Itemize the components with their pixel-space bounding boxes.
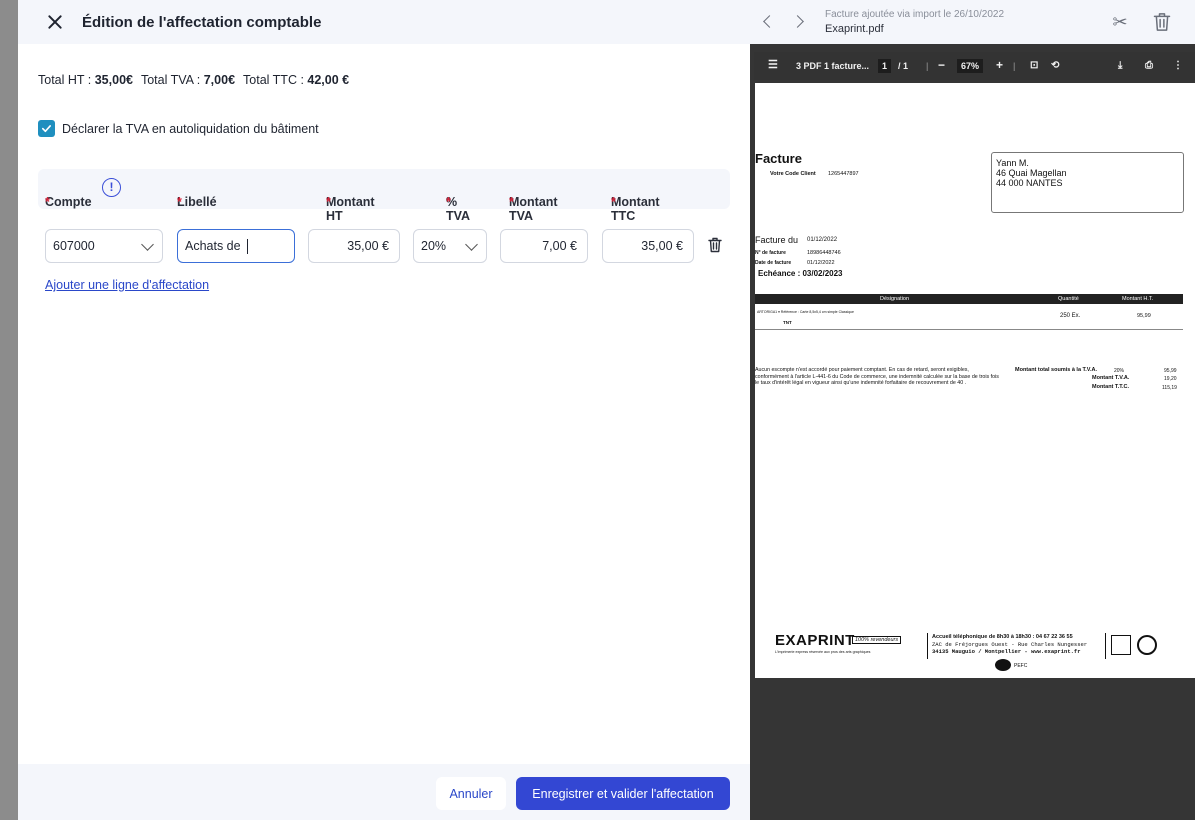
- montant-ht-input[interactable]: 35,00 €: [308, 229, 400, 263]
- date-facture-label: Date de facture: [755, 260, 792, 266]
- brand-badge: 100% revendeurs: [852, 636, 902, 644]
- montant-ttc-input[interactable]: 35,00 €: [602, 229, 694, 263]
- total-subject-label: Montant total soumis à la T.V.A.: [1015, 367, 1098, 373]
- invoice-date-label: Facture du: [755, 235, 799, 245]
- tva-value: 19,20: [1164, 376, 1177, 382]
- footer-divider: [1105, 633, 1106, 659]
- libelle-input[interactable]: Achats de: [177, 229, 295, 263]
- line-amount: 95,99: [1137, 313, 1151, 319]
- download-icon[interactable]: ⤓: [1118, 60, 1122, 71]
- total-ht: 95,99: [1164, 368, 1177, 374]
- page-title: Édition de l'affectation comptable: [82, 13, 322, 31]
- brand-tagline: L'imprimerie express réservée aux pros d…: [775, 650, 871, 654]
- line-tnt: TNT: [783, 320, 792, 325]
- allocation-edit-panel: Édition de l'affectation comptable Total…: [18, 0, 750, 820]
- ttc-label: Montant T.T.C.: [1092, 384, 1129, 390]
- save-validate-button[interactable]: Enregistrer et valider l'affectation: [516, 777, 730, 810]
- pefc-label: PEFC: [1014, 663, 1028, 669]
- close-icon[interactable]: [46, 13, 64, 31]
- toolbar-divider: |: [1013, 61, 1016, 71]
- scissors-icon[interactable]: ✂: [1110, 12, 1130, 32]
- zoom-in-icon[interactable]: +: [996, 58, 1003, 72]
- compte-select[interactable]: 607000: [45, 229, 163, 263]
- next-icon[interactable]: [790, 12, 810, 32]
- chevron-down-icon: [141, 238, 154, 251]
- certification-seal-icon: [1137, 635, 1157, 655]
- autoliquidation-checkbox[interactable]: [38, 120, 55, 137]
- panel-footer: Annuler Enregistrer et valider l'affecta…: [18, 764, 750, 820]
- echeance: Echéance : 03/02/2023: [758, 269, 843, 278]
- add-allocation-line-link[interactable]: Ajouter une ligne d'affectation: [45, 278, 209, 292]
- invoice-number-value: 18986448746: [807, 250, 841, 256]
- print-icon[interactable]: ⎙: [1145, 60, 1153, 71]
- total-ttc-label: Total TTC :: [243, 73, 308, 87]
- allocation-table-header: Compte * ! Libellé * Montant HT * % TVA * Mo…: [38, 169, 730, 223]
- table-rule: [755, 329, 1183, 330]
- more-options-icon[interactable]: ⋮: [1173, 60, 1183, 71]
- line-reference: ARTORIGA1 ▾ Référence : Carte 8,5x5,4 cm…: [757, 310, 854, 314]
- footer-divider: [927, 633, 928, 659]
- totals-summary: Total HT : 35,00€ Total TVA : 7,00€ Total …: [38, 73, 349, 87]
- addr-line2: 44 000 NANTES: [996, 178, 1063, 188]
- iso-badge: [1111, 635, 1131, 655]
- menu-icon[interactable]: ☰: [768, 58, 778, 71]
- trash-icon[interactable]: [1153, 12, 1171, 32]
- total-subject-rate: 20%: [1114, 368, 1125, 374]
- tva-label: Montant T.V.A.: [1092, 375, 1130, 381]
- text-cursor: [246, 238, 248, 254]
- pdf-page: Facture Votre Code Client 1265447897 Yan…: [755, 83, 1195, 678]
- fit-page-icon[interactable]: ⊡: [1030, 60, 1038, 71]
- client-code: 1265447897: [828, 171, 859, 177]
- client-code-label: Votre Code Client: [770, 171, 816, 177]
- rotate-icon[interactable]: ⟲: [1051, 60, 1059, 71]
- autoliquidation-row: Déclarer la TVA en autoliquidation du bâ…: [38, 120, 319, 137]
- date-facture-value: 01/12/2022: [807, 260, 835, 266]
- total-ht-value: 35,00€: [94, 73, 133, 87]
- total-tva-label: Total TVA :: [140, 73, 204, 87]
- pdf-page-total: / 1: [898, 61, 909, 71]
- total-ht-label: Total HT :: [38, 73, 95, 87]
- delete-row-icon[interactable]: [708, 237, 722, 253]
- montant-tva-input[interactable]: 7,00 €: [500, 229, 588, 263]
- check-icon: [42, 125, 51, 133]
- pdf-toolbar: ☰ 3 PDF 1 facture... 1 / 1 | − 67% + | ⊡…: [754, 52, 1195, 80]
- addr-name: Yann M.: [996, 158, 1029, 168]
- exaprint-logo: EXAPRINT: [775, 632, 855, 649]
- document-viewer: Facture ajoutée via import le 26/10/2022…: [750, 0, 1195, 820]
- designation-table-header: Désignation Quantité Montant H.T.: [755, 294, 1183, 304]
- autoliquidation-label: Déclarer la TVA en autoliquidation du bâ…: [62, 121, 319, 136]
- backdrop-gutter: [0, 0, 18, 820]
- contact-line-1: Accueil téléphonique de 8h30 à 18h30 : 0…: [932, 634, 1073, 640]
- contact-line-2: ZAC de Fréjorgues Ouest - Rue Charles Nu…: [932, 641, 1088, 648]
- pefc-logo-icon: [995, 659, 1011, 671]
- total-ttc-value: 42,00 €: [307, 73, 350, 87]
- viewer-topbar: Facture ajoutée via import le 26/10/2022…: [750, 0, 1195, 44]
- payment-conditions: Aucun escompte n'est accordé pour paieme…: [755, 367, 999, 386]
- pdf-zoom-level[interactable]: 67%: [957, 59, 984, 73]
- invoice-heading: Facture: [755, 151, 802, 166]
- total-tva-value: 7,00€: [203, 73, 236, 87]
- tva-rate-select[interactable]: 20%: [413, 229, 487, 263]
- info-icon[interactable]: !: [102, 178, 121, 197]
- previous-icon[interactable]: [758, 12, 778, 32]
- zoom-out-icon[interactable]: −: [938, 58, 945, 72]
- line-quantity: 250 Ex.: [1060, 313, 1081, 319]
- invoice-number-label: N° de facture: [755, 250, 786, 256]
- pdf-doc-title: 3 PDF 1 facture...: [796, 61, 870, 71]
- file-name: Exaprint.pdf: [825, 23, 884, 35]
- pdf-page-input[interactable]: 1: [878, 59, 892, 73]
- chevron-down-icon: [465, 238, 478, 251]
- cancel-button[interactable]: Annuler: [436, 777, 506, 810]
- panel-header: Édition de l'affectation comptable: [18, 0, 750, 44]
- contact-line-3: 34135 Mauguio / Montpellier - www.exapri…: [932, 648, 1081, 655]
- invoice-date-value: 01/12/2022: [807, 237, 838, 243]
- file-meta: Facture ajoutée via import le 26/10/2022…: [825, 9, 1004, 35]
- import-note: Facture ajoutée via import le 26/10/2022: [825, 9, 1004, 20]
- addr-line1: 46 Quai Magellan: [996, 168, 1067, 178]
- ttc-value: 115,19: [1162, 385, 1177, 391]
- toolbar-divider: |: [926, 61, 929, 71]
